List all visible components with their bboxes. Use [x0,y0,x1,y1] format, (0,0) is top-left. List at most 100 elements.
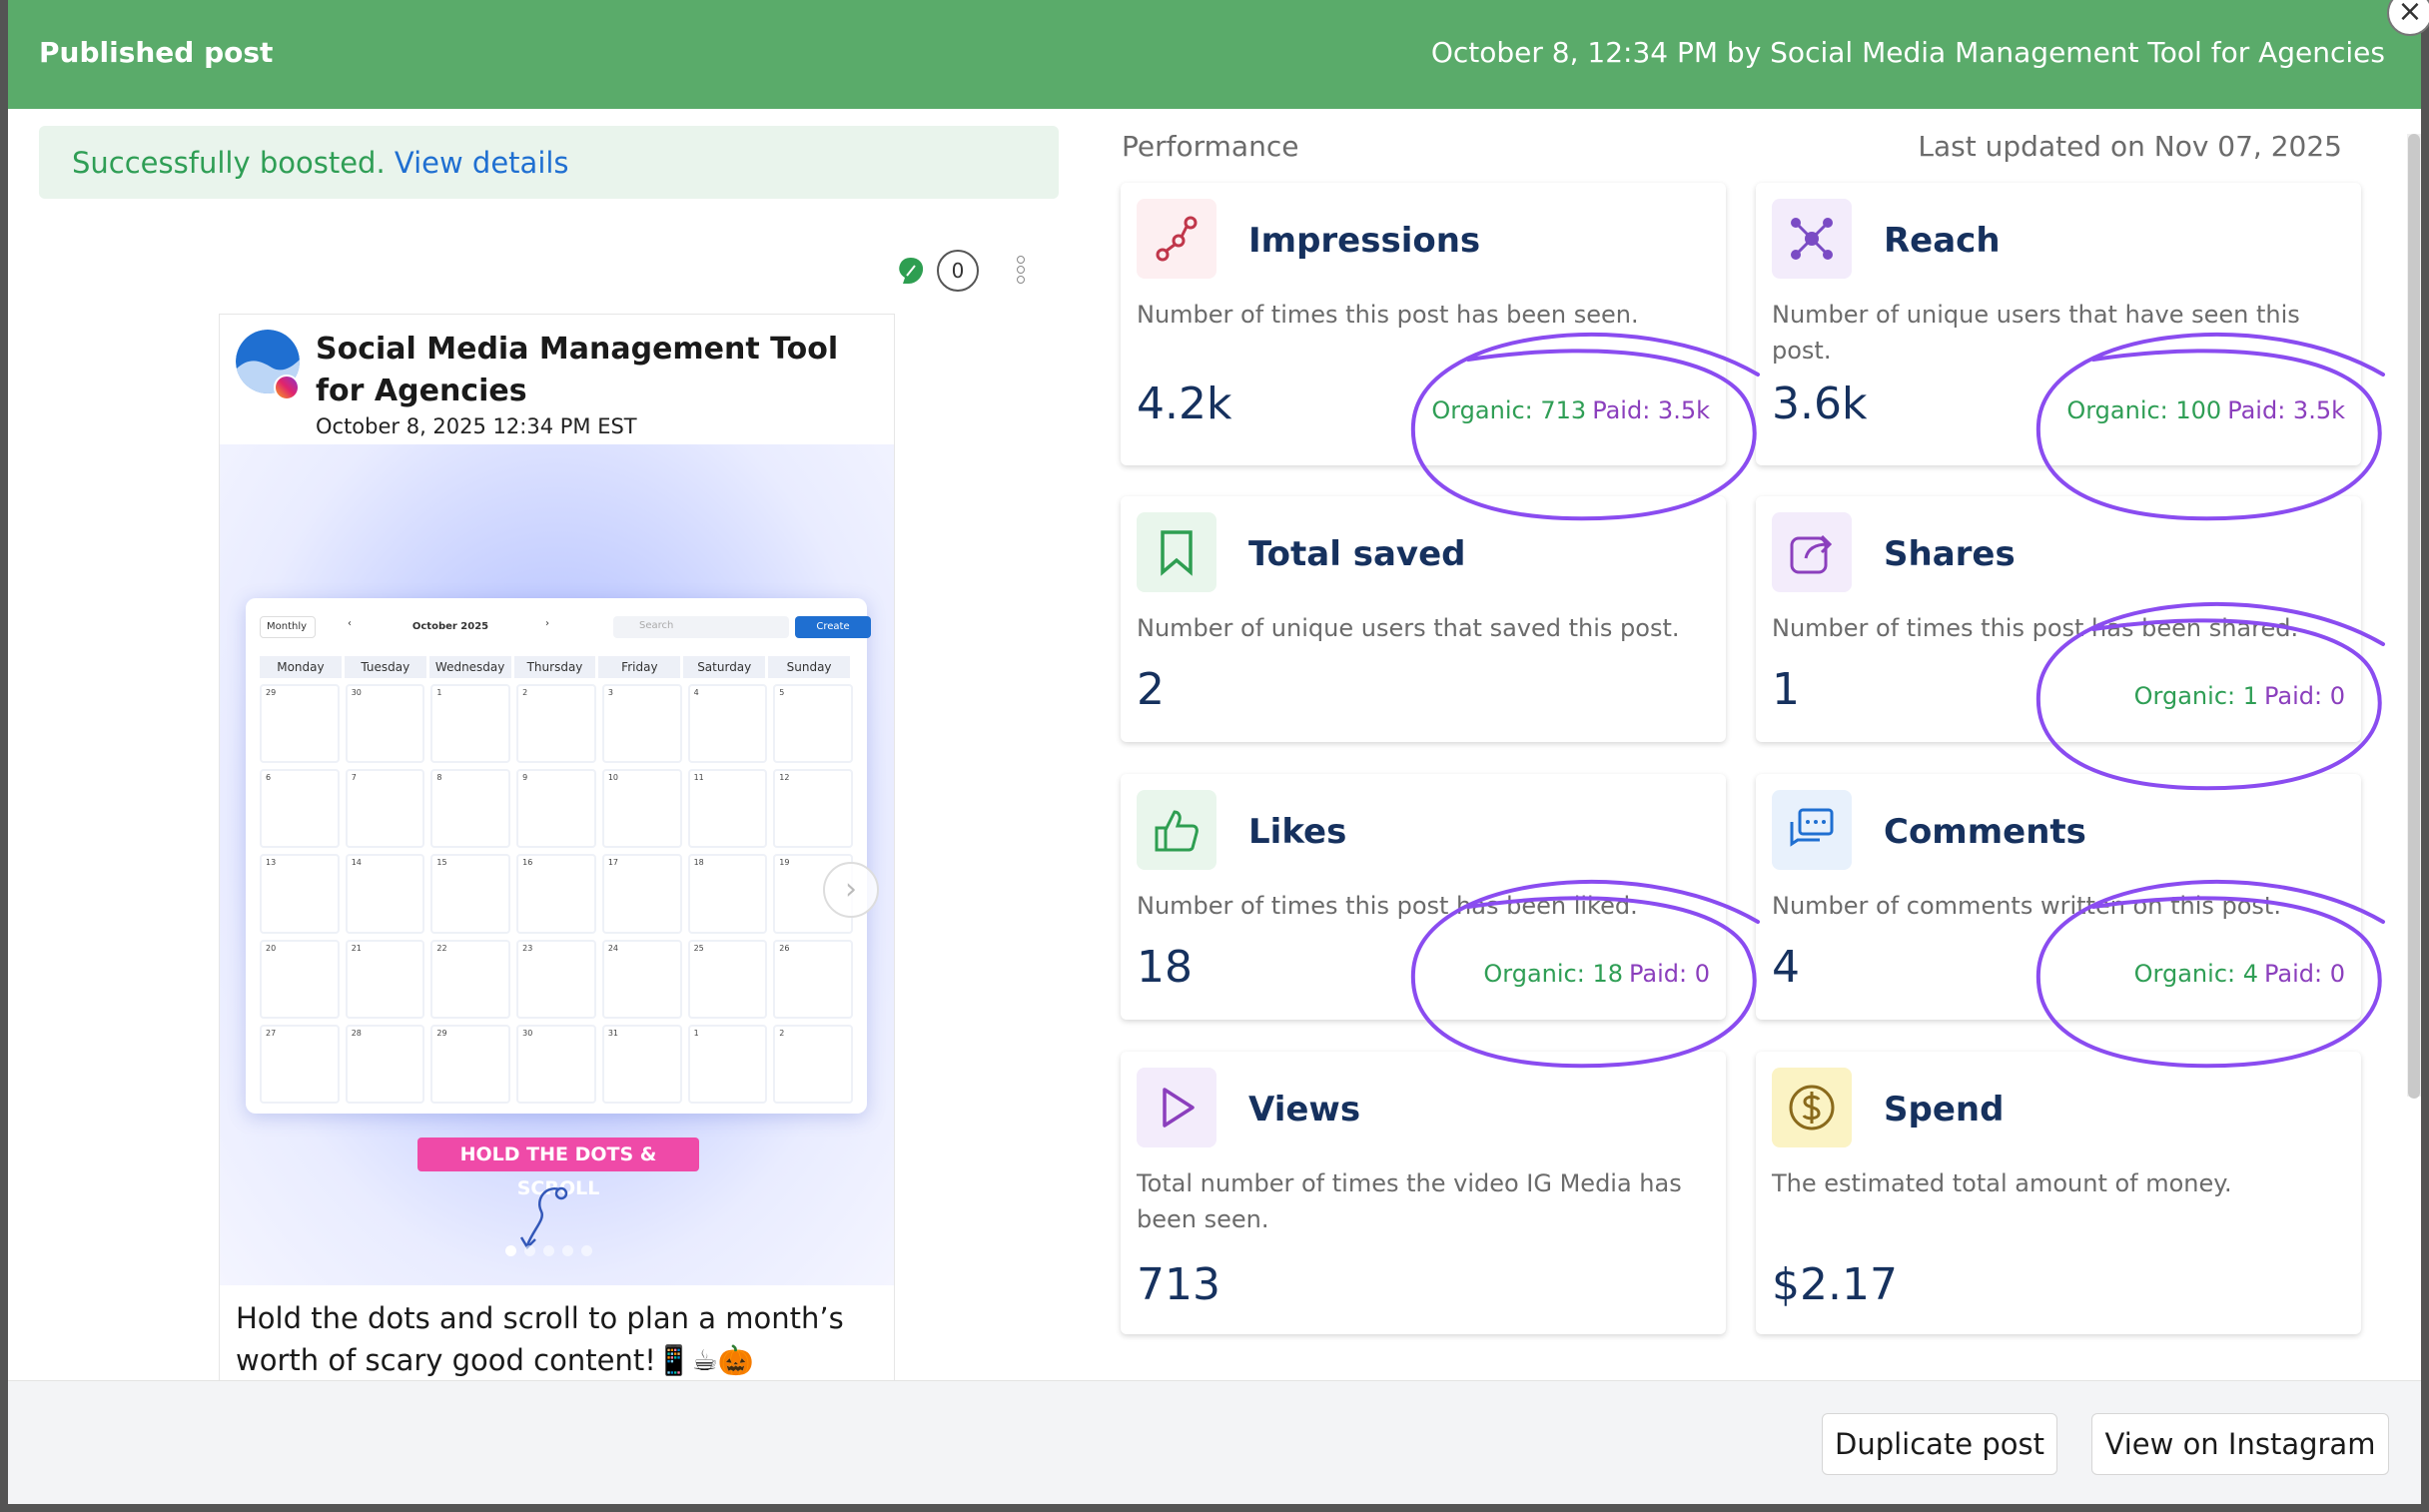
calendar-day-cell: 10 [601,769,682,849]
metric-breakdown: Organic: 1 Paid: 0 [2134,682,2345,710]
metric-description: Number of times this post has been seen. [1137,301,1639,329]
calendar-day-cell: 9 [516,769,596,849]
play-icon [1137,1068,1216,1147]
comment-count-badge[interactable]: 0 [937,250,979,292]
calendar-day-cell: 8 [430,769,511,849]
metric-card-likes: Likes Number of times this post has been … [1121,774,1726,1020]
carousel-dot[interactable] [505,1245,516,1256]
boost-leaf-icon[interactable] [897,256,925,286]
calendar-day-cell: 30 [345,684,425,764]
metric-breakdown: Organic: 100 Paid: 3.5k [2066,396,2345,424]
metric-description: Number of comments written on this post. [1772,892,2281,920]
metric-breakdown: Organic: 713 Paid: 3.5k [1431,396,1710,424]
calendar-day-cell: 4 [687,684,768,764]
calendar-weekday: Thursday [513,656,596,678]
chevron-right-icon: › [545,618,549,629]
calendar-day-cell: 16 [516,854,596,934]
metric-description: Number of times this post has been liked… [1137,892,1638,920]
chevron-left-icon: ‹ [348,618,352,629]
modal-header: Published post October 8, 12:34 PM by So… [8,0,2421,109]
paid-value: Paid: 3.5k [1592,396,1710,424]
calendar-view-select: Monthly [260,616,316,638]
organic-value: Organic: 713 [1431,396,1587,424]
paid-value: Paid: 0 [2264,682,2345,710]
metric-card-shares: Shares Number of times this post has been… [1756,496,2361,742]
calendar-day-cell: 27 [260,1024,340,1104]
calendar-weekday: Sunday [768,656,851,678]
metric-title: Views [1248,1090,1361,1130]
calendar-day-cell: 13 [260,854,340,934]
instagram-badge-icon [274,375,300,400]
metric-breakdown: Organic: 4 Paid: 0 [2134,960,2345,988]
post-image: Monthly ‹ October 2025 › Search Create M… [220,444,894,1285]
calendar-day-cell: 6 [260,769,340,849]
metric-title: Total saved [1248,534,1466,574]
network-icon [1772,199,1852,279]
post-published-meta: October 8, 12:34 PM by Social Media Mana… [1430,36,2385,69]
metric-card-spend: Spend The estimated total amount of money… [1756,1052,2361,1334]
metric-value: 3.6k [1772,378,1868,429]
bookmark-icon [1137,512,1216,592]
more-options-icon[interactable] [1015,254,1027,288]
performance-title: Performance [1122,130,1299,163]
calendar-day-cell: 12 [773,769,853,849]
calendar-day-cell: 26 [773,939,853,1019]
metric-description: Total number of times the video IG Media… [1137,1169,1682,1233]
metric-card-impressions: Impressions Number of times this post has… [1121,183,1726,465]
calendar-day-cell: 25 [687,939,768,1019]
calendar-month-label: October 2025 [411,621,489,632]
post-caption: Hold the dots and scroll to plan a month… [236,1301,844,1377]
calendar-weekdays: Monday Tuesday Wednesday Thursday Friday Satu… [260,656,853,678]
carousel-dot[interactable] [562,1245,573,1256]
metric-value: 18 [1137,942,1193,993]
metric-title: Comments [1884,812,2086,852]
boost-status-text: Successfully boosted. [72,146,386,180]
metric-value: $2.17 [1772,1259,1898,1310]
post-author: Social Media Management Tool for Agencie… [316,332,839,408]
metric-title: Reach [1884,221,2001,261]
scrollbar-thumb[interactable] [2408,134,2420,1099]
post-date: October 8, 2025 12:34 PM EST [316,414,637,438]
calendar-day-cell: 21 [345,939,425,1019]
metric-value: 4 [1772,942,1800,993]
calendar-day-cell: 29 [430,1024,511,1104]
modal-footer: Duplicate post View on Instagram [8,1380,2421,1504]
carousel-next-icon[interactable]: › [823,862,879,918]
calendar-day-cell: 14 [345,854,425,934]
carousel-dot[interactable] [543,1245,554,1256]
dollar-icon [1772,1068,1852,1147]
thumbs-up-icon [1137,790,1216,870]
calendar-day-cell: 18 [687,854,768,934]
calendar-day-cell: 1 [430,684,511,764]
calendar-day-cell: 28 [345,1024,425,1104]
calendar-weekday: Tuesday [344,656,426,678]
carousel-dot[interactable] [524,1245,535,1256]
calendar-day-cell: 3 [601,684,682,764]
post-preview-card: Social Media Management Tool for Agencie… [219,314,895,1390]
calendar-day-cell: 22 [430,939,511,1019]
metric-card-comments: Comments Number of comments written on th… [1756,774,2361,1020]
calendar-create-button: Create [795,616,871,638]
modal-title: Published post [39,36,274,69]
metric-card-views: Views Total number of times the video IG … [1121,1052,1726,1334]
organic-value: Organic: 18 [1483,960,1623,988]
calendar-grid: 29 30 1 2 3 4 5 6 7 8 9 10 11 12 13 14 15 16 17 18 19 20 21 22 2… [260,684,853,1104]
view-on-instagram-button[interactable]: View on Instagram [2091,1413,2389,1475]
calendar-day-cell: 31 [601,1024,682,1104]
metric-card-saved: Total saved Number of unique users that s… [1121,496,1726,742]
carousel-dot[interactable] [581,1245,592,1256]
calendar-weekday: Saturday [683,656,766,678]
metric-title: Impressions [1248,221,1481,261]
organic-value: Organic: 1 [2133,682,2258,710]
published-post-modal: Published post October 8, 12:34 PM by So… [8,0,2421,1504]
view-details-link[interactable]: View details [395,146,569,180]
duplicate-post-button[interactable]: Duplicate post [1822,1413,2057,1475]
calendar-search: Search [613,616,789,638]
metric-title: Likes [1248,812,1347,852]
calendar-day-cell: 24 [601,939,682,1019]
metric-value: 713 [1137,1259,1220,1310]
metric-card-reach: Reach Number of unique users that have se… [1756,183,2361,465]
calendar-weekday: Friday [598,656,681,678]
calendar-weekday: Wednesday [428,656,511,678]
calendar-day-cell: 20 [260,939,340,1019]
